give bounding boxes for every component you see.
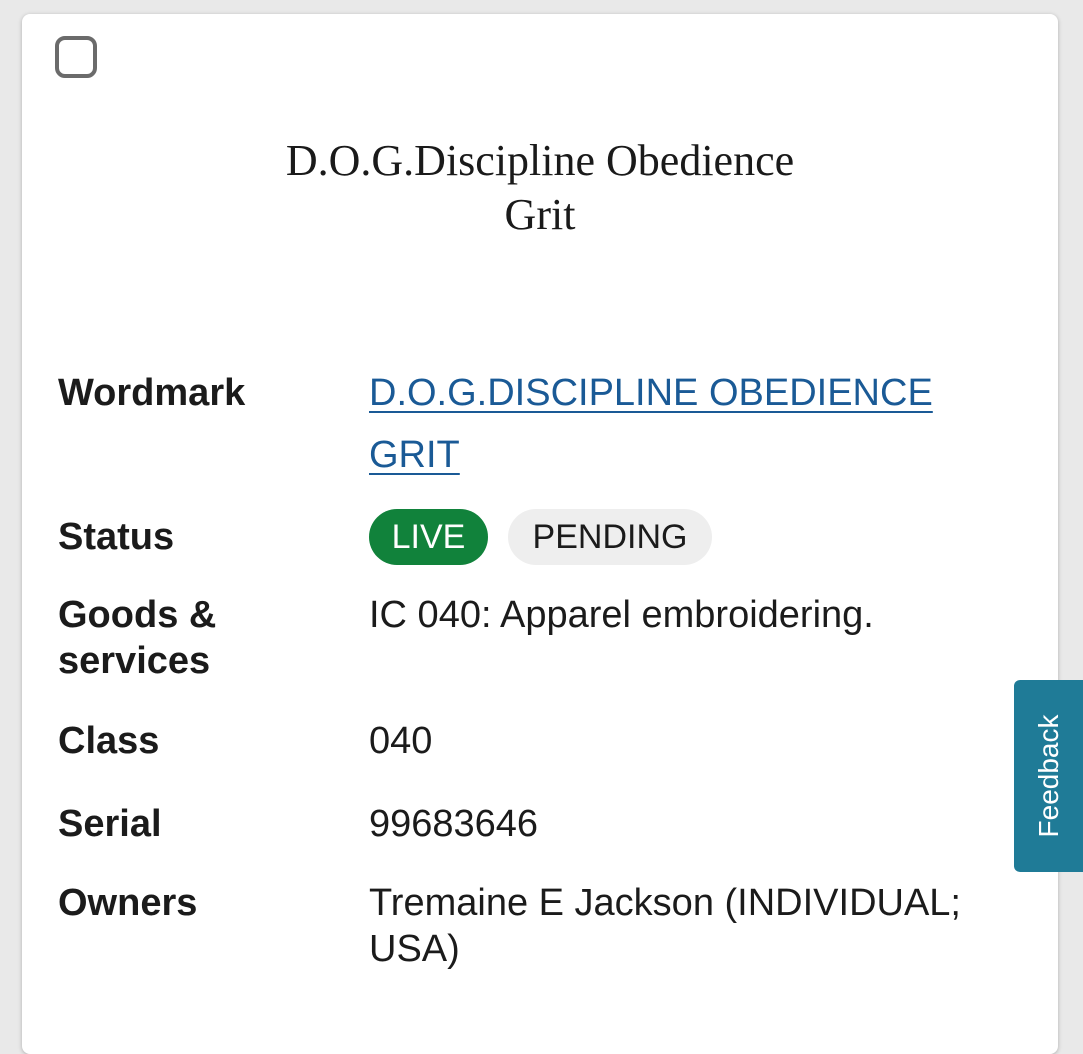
serial-label: Serial [58,803,162,845]
select-checkbox[interactable] [55,36,97,78]
owners-value-line1: Tremaine E Jackson (INDIVIDUAL; [369,882,961,924]
wordmark-link-line2[interactable]: GRIT [369,434,460,476]
goods-services-label: Goods & services [58,592,216,684]
feedback-label: Feedback [1032,714,1064,838]
wordmark-link[interactable]: D.O.G.DISCIPLINE OBEDIENCE GRIT [369,362,933,486]
wordmark-link-line1[interactable]: D.O.G.DISCIPLINE OBEDIENCE [369,372,933,414]
class-value: 040 [369,720,433,762]
mark-image: D.O.G.Discipline Obedience Grit [22,134,1058,242]
goods-services-value: IC 040: Apparel embroidering. [369,594,874,636]
goods-services-label-line1: Goods & [58,594,217,636]
class-label: Class [58,720,160,762]
status-badge-pending: PENDING [508,509,712,565]
mark-image-line2: Grit [504,190,576,239]
owners-value-line2: USA) [369,928,460,970]
owners-label: Owners [58,882,198,924]
goods-services-label-line2: services [58,640,211,682]
status-label: Status [58,516,175,558]
status-badge-live: LIVE [369,509,488,565]
feedback-tab[interactable]: Feedback [1014,680,1083,872]
trademark-result-card: D.O.G.Discipline Obedience Grit Wordmark… [22,14,1058,1054]
serial-value: 99683646 [369,803,539,845]
mark-image-line1: D.O.G.Discipline Obedience [285,136,795,185]
wordmark-label: Wordmark [58,372,246,414]
owners-value: Tremaine E Jackson (INDIVIDUAL; USA) [369,880,961,972]
